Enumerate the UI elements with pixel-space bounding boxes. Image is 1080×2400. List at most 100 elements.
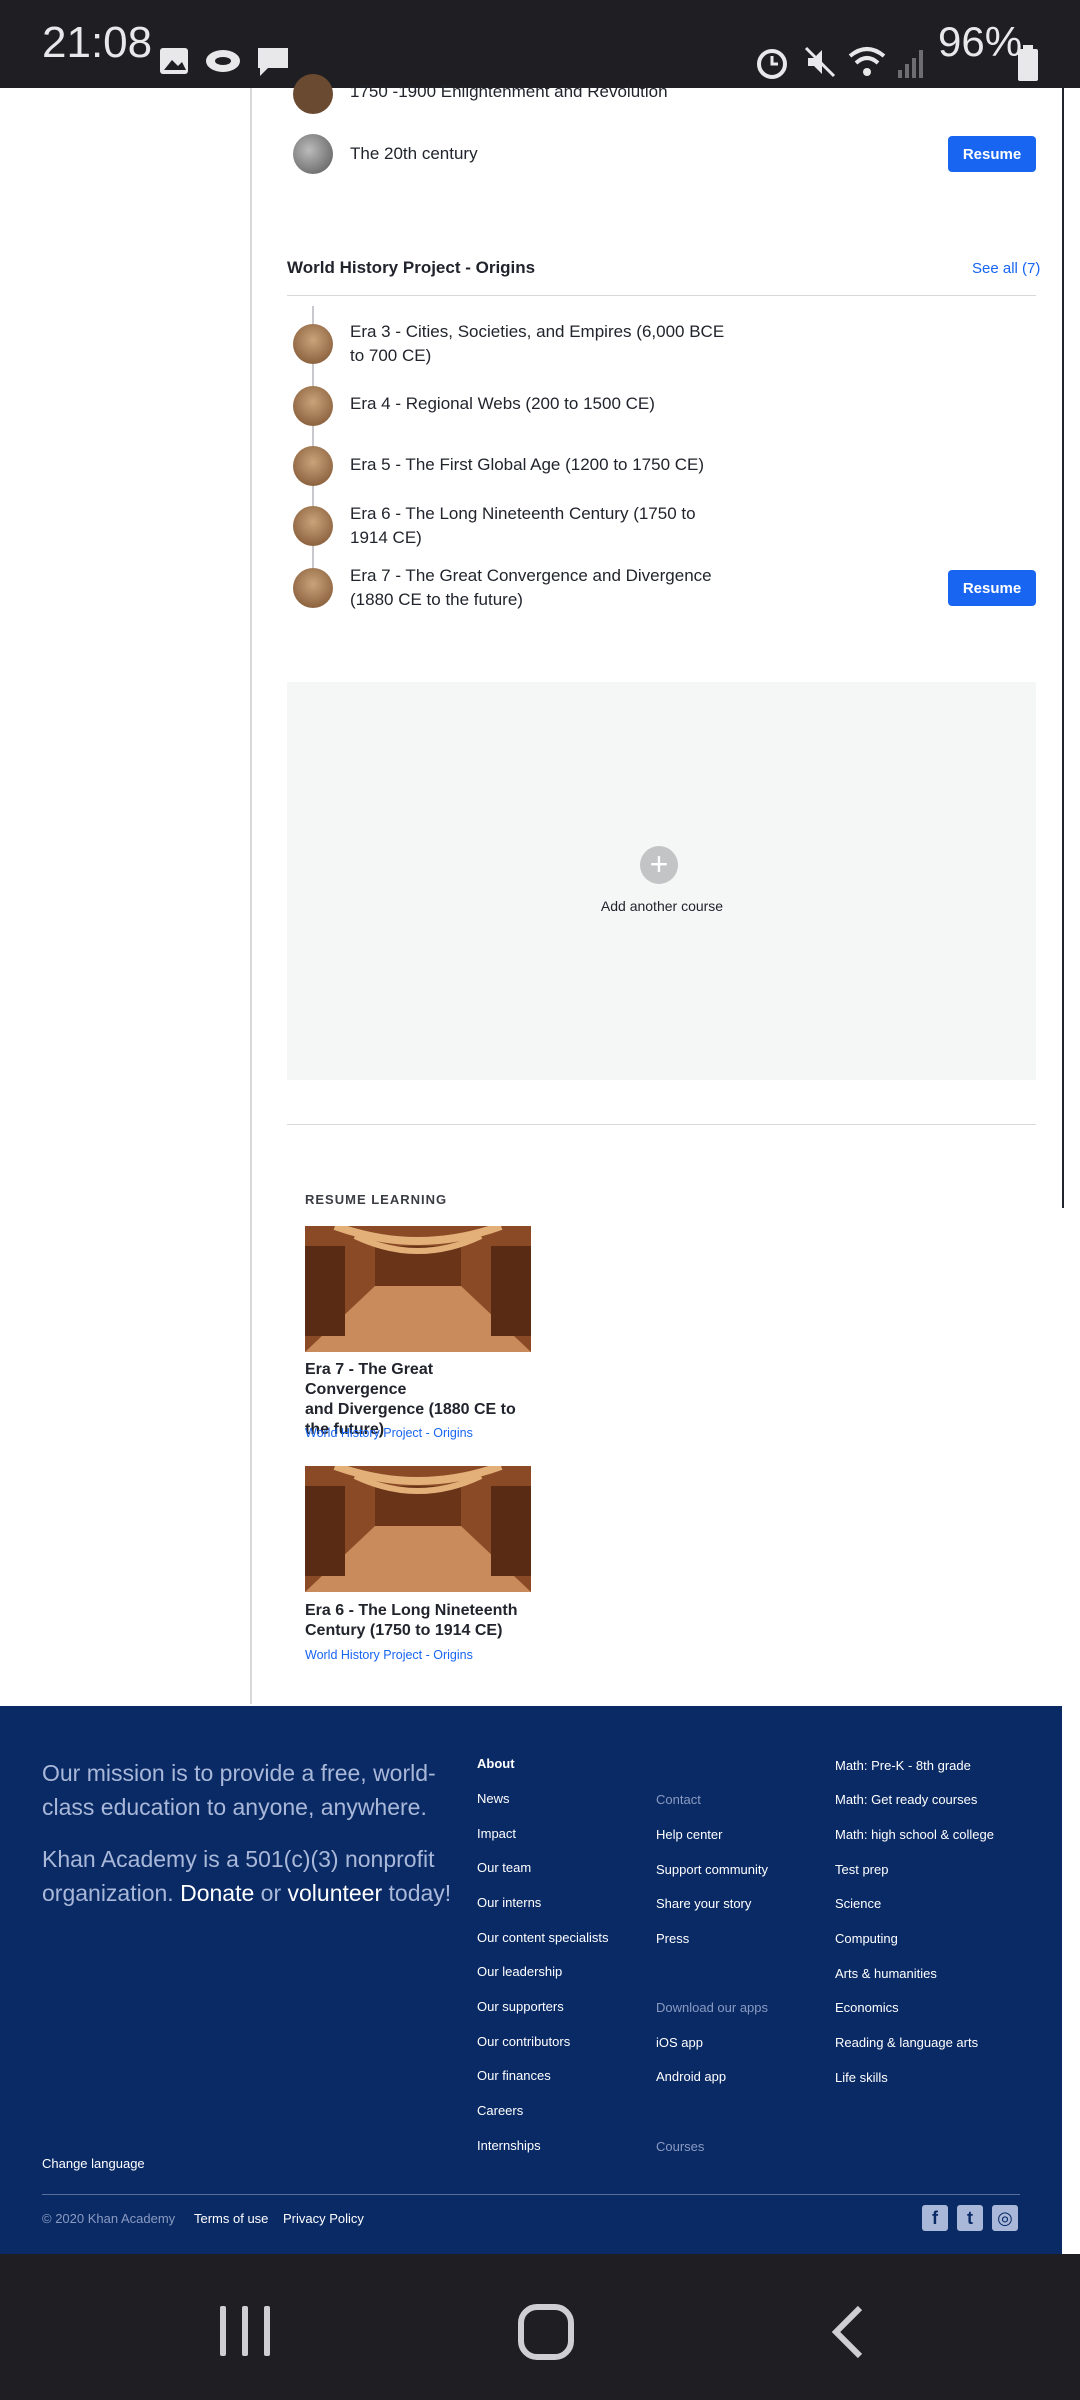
alarm-icon [757,49,787,79]
unit-label[interactable]: 1750 -1900 Enlightenment and Revolution [350,80,668,104]
footer-link[interactable]: iOS app [656,2035,703,2050]
volunteer-link[interactable]: volunteer [288,1880,383,1906]
era-avatar [293,446,333,486]
today-text: today! [388,1880,452,1906]
footer-link[interactable]: Computing [835,1931,898,1946]
courses-heading: Courses [656,2139,705,2154]
card-course-link[interactable]: World History Project - Origins [305,1648,473,1662]
battery-percentage: 96% [938,18,1023,65]
footer-link[interactable]: News [477,1791,510,1806]
donate-link[interactable]: Donate [180,1880,254,1906]
unit-label[interactable]: Era 4 - Regional Webs (200 to 1500 CE) [350,392,655,416]
resume-button[interactable]: Resume [948,136,1036,172]
footer-link[interactable]: Press [656,1931,689,1946]
footer-link[interactable]: Math: Get ready courses [835,1792,977,1807]
add-course-label[interactable]: Add another course [520,898,804,914]
card-course-link[interactable]: World History Project - Origins [305,1426,473,1440]
cloud-icon [206,50,240,72]
footer-link[interactable]: Impact [477,1826,516,1841]
footer-link[interactable]: Math: Pre-K - 8th grade [835,1758,971,1773]
unit-label-line: to 700 CE) [350,346,432,365]
era-avatar [293,386,333,426]
card-title-line: and Divergence (1880 CE to [305,1401,516,1418]
library-image [305,1462,531,1592]
unit-avatar [293,134,333,174]
footer-link[interactable]: Our team [477,1860,531,1875]
footer-link[interactable]: Life skills [835,2070,888,2085]
sidebar-divider [250,88,252,1704]
mute-icon [804,46,836,78]
image-icon [160,48,188,74]
era-avatar [293,568,333,608]
unit-label[interactable]: Era 7 - The Great Convergence and Diverg… [350,564,712,612]
footer-link[interactable]: Support community [656,1862,768,1877]
footer-link[interactable]: Internships [477,2138,541,2153]
card-title-line: Era 6 - The Long Nineteenth [305,1602,518,1619]
back-icon[interactable] [828,2304,868,2360]
home-icon[interactable] [518,2304,574,2360]
footer-link[interactable]: Arts & humanities [835,1966,937,1981]
contact-heading: Contact [656,1792,701,1807]
unit-avatar [293,74,333,114]
wifi-icon [848,47,886,76]
unit-label-line: Era 7 - The Great Convergence and Diverg… [350,566,712,585]
card-thumbnail[interactable] [305,1222,531,1352]
unit-label-line: Era 6 - The Long Nineteenth Century (175… [350,504,696,523]
footer-link[interactable]: Test prep [835,1862,888,1877]
footer-link[interactable]: Our leadership [477,1964,562,1979]
footer-link[interactable]: Share your story [656,1896,751,1911]
era-avatar [293,324,333,364]
unit-label[interactable]: Era 3 - Cities, Societies, and Empires (… [350,320,724,368]
mission-text: Our mission is to provide a free, world-… [42,1760,436,1820]
footer-link[interactable]: Android app [656,2069,726,2084]
footer-link[interactable]: Our content specialists [477,1930,609,1945]
see-all-link[interactable]: See all (7) [972,260,1040,277]
library-image [305,1222,531,1352]
twitter-icon[interactable]: t [957,2205,983,2231]
section-divider [287,295,1036,296]
terms-link[interactable]: Terms of use [194,2211,268,2226]
footer-link[interactable]: Help center [656,1827,722,1842]
status-time: 21:08 [42,18,153,67]
apps-heading: Download our apps [656,2000,769,2015]
recent-apps-icon[interactable] [218,2306,272,2356]
navigation-bar [0,2254,1080,2400]
or-text: or [260,1880,282,1906]
footer-link[interactable]: Our finances [477,2068,551,2083]
unit-label-line: (1880 CE to the future) [350,590,523,609]
footer-link[interactable]: Math: high school & college [835,1827,994,1842]
facebook-icon[interactable]: f [922,2205,948,2231]
signal-icon [898,50,923,78]
section-divider [287,1124,1036,1125]
instagram-icon[interactable]: ◎ [992,2205,1018,2231]
footer-link[interactable]: Economics [835,2000,899,2015]
footer-link[interactable]: Science [835,1896,881,1911]
about-heading: About [477,1756,515,1771]
card-title[interactable]: Era 6 - The Long Nineteenth Century (175… [305,1601,535,1641]
footer-link[interactable]: Our interns [477,1895,541,1910]
status-bar: 21:08 96% [0,0,1080,88]
unit-label[interactable]: The 20th century [350,142,478,166]
footer-link[interactable]: Careers [477,2103,523,2118]
footer-link[interactable]: Our contributors [477,2034,570,2049]
unit-label[interactable]: Era 5 - The First Global Age (1200 to 17… [350,453,704,477]
resume-button[interactable]: Resume [948,570,1036,606]
footer-link[interactable]: Reading & language arts [835,2035,978,2050]
privacy-link[interactable]: Privacy Policy [283,2211,364,2226]
change-language-link[interactable]: Change language [42,2156,145,2171]
footer: Our mission is to provide a free, world-… [0,1706,1062,2254]
battery-icon [1018,45,1038,81]
unit-label-line: Era 3 - Cities, Societies, and Empires (… [350,322,725,341]
card-title-line: Century (1750 to 1914 CE) [305,1622,503,1639]
plus-icon[interactable]: + [640,846,678,884]
resume-learning-heading: RESUME LEARNING [305,1192,448,1207]
course-title[interactable]: World History Project - Origins [287,258,535,278]
footer-link[interactable]: Our supporters [477,1999,564,2014]
era-avatar [293,506,333,546]
unit-label[interactable]: Era 6 - The Long Nineteenth Century (175… [350,502,696,550]
message-icon [258,48,288,76]
footer-rule [42,2194,1020,2195]
copyright-text: © 2020 Khan Academy [42,2211,176,2226]
nonprofit-text: Khan Academy is a 501(c)(3) nonprofit or… [42,1842,462,1910]
card-thumbnail[interactable] [305,1462,531,1592]
